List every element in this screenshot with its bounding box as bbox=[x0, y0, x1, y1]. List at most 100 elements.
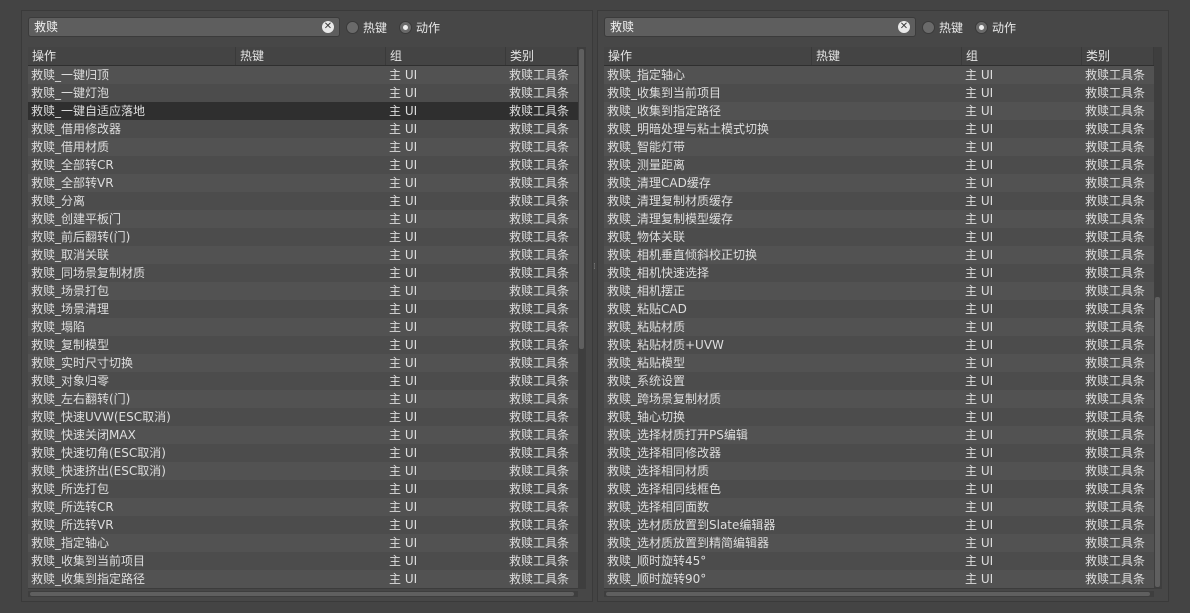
hotkey-cell[interactable] bbox=[236, 192, 386, 210]
action-cell[interactable]: 救赎_场景打包 bbox=[28, 282, 236, 300]
table-row[interactable]: 救赎_选材质放置到Slate编辑器 主 UI 救赎工具条 bbox=[604, 516, 1154, 534]
action-cell[interactable]: 救赎_收集到当前项目 bbox=[28, 552, 236, 570]
hotkey-cell[interactable] bbox=[236, 174, 386, 192]
group-cell[interactable]: 主 UI bbox=[962, 462, 1082, 480]
category-cell[interactable]: 救赎工具条 bbox=[506, 318, 578, 336]
category-cell[interactable]: 救赎工具条 bbox=[506, 408, 578, 426]
group-cell[interactable]: 主 UI bbox=[962, 246, 1082, 264]
horizontal-scrollbar[interactable] bbox=[28, 591, 578, 597]
action-cell[interactable]: 救赎_相机摆正 bbox=[604, 282, 812, 300]
column-header-group[interactable]: 组 bbox=[962, 47, 1082, 65]
category-cell[interactable]: 救赎工具条 bbox=[506, 246, 578, 264]
group-cell[interactable]: 主 UI bbox=[386, 192, 506, 210]
group-cell[interactable]: 主 UI bbox=[386, 372, 506, 390]
hotkey-cell[interactable] bbox=[236, 66, 386, 84]
action-cell[interactable]: 救赎_指定轴心 bbox=[604, 66, 812, 84]
hotkey-cell[interactable] bbox=[236, 228, 386, 246]
hotkey-cell[interactable] bbox=[812, 210, 962, 228]
table-row[interactable]: 救赎_指定轴心 主 UI 救赎工具条 bbox=[604, 66, 1154, 84]
clear-icon[interactable]: ✕ bbox=[898, 21, 910, 33]
action-cell[interactable]: 救赎_清理复制模型缓存 bbox=[604, 210, 812, 228]
hotkey-cell[interactable] bbox=[236, 390, 386, 408]
clear-icon[interactable]: ✕ bbox=[322, 21, 334, 33]
column-header-hotkey[interactable]: 热键 bbox=[236, 47, 386, 65]
table-row[interactable]: 救赎_同场景复制材质 主 UI 救赎工具条 bbox=[28, 264, 578, 282]
category-cell[interactable]: 救赎工具条 bbox=[1082, 282, 1154, 300]
table-row[interactable]: 救赎_指定轴心 主 UI 救赎工具条 bbox=[28, 534, 578, 552]
group-cell[interactable]: 主 UI bbox=[386, 138, 506, 156]
action-cell[interactable]: 救赎_一键灯泡 bbox=[28, 84, 236, 102]
table-row[interactable]: 救赎_左右翻转(门) 主 UI 救赎工具条 bbox=[28, 390, 578, 408]
group-cell[interactable]: 主 UI bbox=[962, 372, 1082, 390]
category-cell[interactable]: 救赎工具条 bbox=[1082, 84, 1154, 102]
action-cell[interactable]: 救赎_选择相同修改器 bbox=[604, 444, 812, 462]
table-row[interactable]: 救赎_快速切角(ESC取消) 主 UI 救赎工具条 bbox=[28, 444, 578, 462]
category-cell[interactable]: 救赎工具条 bbox=[1082, 480, 1154, 498]
horizontal-scrollbar[interactable] bbox=[604, 591, 1154, 597]
table-row[interactable]: 救赎_收集到当前项目 主 UI 救赎工具条 bbox=[604, 84, 1154, 102]
action-cell[interactable]: 救赎_顺时旋转45° bbox=[604, 552, 812, 570]
action-cell[interactable]: 救赎_全部转CR bbox=[28, 156, 236, 174]
group-cell[interactable]: 主 UI bbox=[386, 570, 506, 588]
table-row[interactable]: 救赎_快速挤出(ESC取消) 主 UI 救赎工具条 bbox=[28, 462, 578, 480]
category-cell[interactable]: 救赎工具条 bbox=[506, 156, 578, 174]
action-cell[interactable]: 救赎_清理复制材质缓存 bbox=[604, 192, 812, 210]
action-cell[interactable]: 救赎_顺时旋转90° bbox=[604, 570, 812, 588]
hotkey-cell[interactable] bbox=[236, 210, 386, 228]
action-cell[interactable]: 救赎_粘贴CAD bbox=[604, 300, 812, 318]
action-cell[interactable]: 救赎_选材质放置到Slate编辑器 bbox=[604, 516, 812, 534]
column-header-group[interactable]: 组 bbox=[386, 47, 506, 65]
column-header-category[interactable]: 类别 bbox=[1082, 47, 1154, 65]
table-row[interactable]: 救赎_一键自适应落地 主 UI 救赎工具条 bbox=[28, 102, 578, 120]
group-cell[interactable]: 主 UI bbox=[386, 336, 506, 354]
hotkey-cell[interactable] bbox=[236, 426, 386, 444]
category-cell[interactable]: 救赎工具条 bbox=[1082, 138, 1154, 156]
action-cell[interactable]: 救赎_实时尺寸切换 bbox=[28, 354, 236, 372]
table-row[interactable]: 救赎_创建平板门 主 UI 救赎工具条 bbox=[28, 210, 578, 228]
table-row[interactable]: 救赎_实时尺寸切换 主 UI 救赎工具条 bbox=[28, 354, 578, 372]
hotkey-cell[interactable] bbox=[236, 552, 386, 570]
vertical-scrollbar[interactable] bbox=[578, 47, 586, 589]
hotkey-cell[interactable] bbox=[812, 120, 962, 138]
hotkey-cell[interactable] bbox=[812, 318, 962, 336]
group-cell[interactable]: 主 UI bbox=[962, 120, 1082, 138]
action-cell[interactable]: 救赎_智能灯带 bbox=[604, 138, 812, 156]
group-cell[interactable]: 主 UI bbox=[386, 66, 506, 84]
hotkey-cell[interactable] bbox=[812, 354, 962, 372]
group-cell[interactable]: 主 UI bbox=[386, 354, 506, 372]
action-cell[interactable]: 救赎_借用材质 bbox=[28, 138, 236, 156]
hotkey-cell[interactable] bbox=[236, 480, 386, 498]
group-cell[interactable]: 主 UI bbox=[962, 318, 1082, 336]
action-cell[interactable]: 救赎_塌陷 bbox=[28, 318, 236, 336]
group-cell[interactable]: 主 UI bbox=[962, 66, 1082, 84]
table-row[interactable]: 救赎_轴心切换 主 UI 救赎工具条 bbox=[604, 408, 1154, 426]
hotkey-cell[interactable] bbox=[812, 300, 962, 318]
radio-hotkey-label[interactable]: 热键 bbox=[939, 19, 963, 36]
action-cell[interactable]: 救赎_测量距离 bbox=[604, 156, 812, 174]
category-cell[interactable]: 救赎工具条 bbox=[1082, 372, 1154, 390]
group-cell[interactable]: 主 UI bbox=[962, 282, 1082, 300]
group-cell[interactable]: 主 UI bbox=[962, 102, 1082, 120]
hotkey-cell[interactable] bbox=[812, 192, 962, 210]
action-cell[interactable]: 救赎_收集到指定路径 bbox=[28, 570, 236, 588]
table-row[interactable]: 救赎_收集到指定路径 主 UI 救赎工具条 bbox=[28, 570, 578, 588]
table-row[interactable]: 救赎_全部转CR 主 UI 救赎工具条 bbox=[28, 156, 578, 174]
table-row[interactable]: 救赎_场景清理 主 UI 救赎工具条 bbox=[28, 300, 578, 318]
category-cell[interactable]: 救赎工具条 bbox=[1082, 444, 1154, 462]
group-cell[interactable]: 主 UI bbox=[962, 408, 1082, 426]
table-row[interactable]: 救赎_粘贴材质 主 UI 救赎工具条 bbox=[604, 318, 1154, 336]
hotkey-cell[interactable] bbox=[236, 408, 386, 426]
group-cell[interactable]: 主 UI bbox=[962, 498, 1082, 516]
radio-action-dot[interactable] bbox=[399, 20, 412, 34]
hotkey-cell[interactable] bbox=[236, 318, 386, 336]
vertical-scroll-thumb[interactable] bbox=[579, 49, 584, 349]
group-cell[interactable]: 主 UI bbox=[962, 264, 1082, 282]
table-row[interactable]: 救赎_选择相同修改器 主 UI 救赎工具条 bbox=[604, 444, 1154, 462]
group-cell[interactable]: 主 UI bbox=[386, 300, 506, 318]
category-cell[interactable]: 救赎工具条 bbox=[506, 570, 578, 588]
category-cell[interactable]: 救赎工具条 bbox=[1082, 534, 1154, 552]
action-cell[interactable]: 救赎_前后翻转(门) bbox=[28, 228, 236, 246]
table-row[interactable]: 救赎_选择相同线框色 主 UI 救赎工具条 bbox=[604, 480, 1154, 498]
radio-action-label[interactable]: 动作 bbox=[992, 19, 1016, 36]
action-cell[interactable]: 救赎_粘贴材质+UVW bbox=[604, 336, 812, 354]
